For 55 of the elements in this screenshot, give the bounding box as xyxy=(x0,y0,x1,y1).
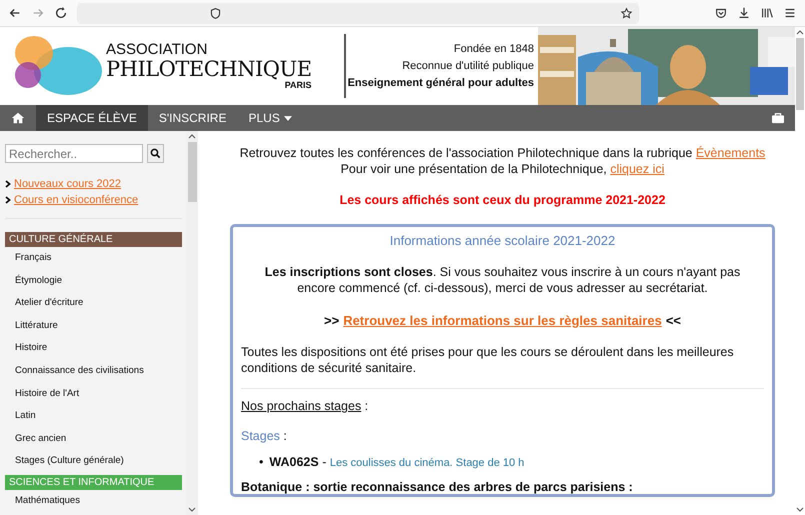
menu-icon[interactable] xyxy=(783,6,797,20)
search-field[interactable]: Rechercher.. xyxy=(5,144,143,163)
library-icon[interactable] xyxy=(760,6,774,20)
shield-icon xyxy=(209,6,222,20)
download-icon[interactable] xyxy=(737,6,751,20)
notice-text: Les cours affichés sont ceux du programme 2021-2022 xyxy=(338,193,666,207)
logo-text: ASSOCIATION xyxy=(106,42,208,58)
search-icon xyxy=(150,148,161,159)
tagline: Fondée en 1848 xyxy=(454,42,534,56)
logo-subtitle: PARIS xyxy=(284,80,312,90)
dispositions-text: Toutes les dispositions ont été prises pour que les cours se déroulent dans les meilleures conditions de sécurité sanitaire. xyxy=(241,344,735,376)
info-paragraph: Les inscriptions sont closes. Si vous souhaitez vous inscrire à un cours n'ayant pas encore commencé (cf. ci-dessous), merci de vous adresser au secrétariat. xyxy=(264,264,742,296)
sidebar-item[interactable]: Littérature xyxy=(5,314,182,338)
home-icon xyxy=(11,111,25,125)
sidebar-item[interactable]: Histoire de l'Art xyxy=(5,382,182,406)
tagline: Enseignement général pour adultes xyxy=(348,76,534,90)
stage-item: • WA062S - Les coulisses du cinéma. Stage de 10 h xyxy=(259,454,526,471)
section-heading: Botanique : sortie reconnaissance des arbres de parcs parisiens : xyxy=(241,480,634,494)
scroll-down-icon[interactable] xyxy=(796,507,804,512)
sidebar-item[interactable]: Grec ancien xyxy=(5,428,182,450)
upcoming-heading: Nos prochains stages : xyxy=(241,399,370,413)
arrow-marks: >> xyxy=(324,313,340,328)
info-title: Informations année scolaire 2021-2022 xyxy=(388,233,616,248)
nav-tab[interactable]: ESPACE ÉLÈVE xyxy=(36,105,148,131)
sidebar-item[interactable]: Mathématiques xyxy=(5,490,182,513)
pocket-icon[interactable] xyxy=(714,6,728,20)
scroll-up-icon[interactable] xyxy=(188,134,196,139)
scrollbar-thumb[interactable] xyxy=(796,38,804,110)
reload-icon[interactable] xyxy=(54,6,68,20)
briefcase-icon[interactable] xyxy=(771,112,785,124)
back-icon[interactable] xyxy=(8,6,22,20)
search-button[interactable] xyxy=(147,144,164,163)
category-header: CULTURE GÉNÉRALE xyxy=(5,232,182,247)
logo-title: PHILOTECHNIQUE xyxy=(106,58,312,80)
scrollbar-thumb[interactable] xyxy=(188,142,196,202)
stages-heading: Stages : xyxy=(241,429,288,443)
sidebar-item[interactable]: Latin xyxy=(5,405,182,428)
scroll-down-icon[interactable] xyxy=(188,507,196,512)
sidebar-item[interactable]: Connaissance des civilisations xyxy=(5,360,182,383)
category-header: SCIENCES ET INFORMATIQUE xyxy=(5,474,182,490)
nav-tab[interactable]: S'INSCRIRE xyxy=(148,105,238,131)
nav-tab[interactable]: PLUS xyxy=(237,105,303,131)
sidebar-item[interactable]: Histoire xyxy=(5,337,182,360)
tagline: Reconnue d'utilité publique xyxy=(402,58,534,74)
star-icon[interactable] xyxy=(620,6,633,20)
sidebar-item[interactable]: Stages (Culture générale) xyxy=(5,450,182,473)
stage-link[interactable]: Les coulisses du cinéma. Stage de 10 h xyxy=(330,457,524,469)
sidebar-item[interactable]: Atelier d'écriture xyxy=(5,292,182,315)
intro-text: Retrouvez toutes les conférences de l'association Philotechnique dans la rubrique Évènements xyxy=(238,145,766,161)
intro-text: Pour voir une présentation de la Philotechnique, cliquez ici xyxy=(340,161,666,177)
caret-icon xyxy=(284,116,292,120)
scroll-up-icon[interactable] xyxy=(796,30,804,35)
sidebar-item[interactable]: Français xyxy=(5,247,182,270)
sidebar-item[interactable]: Étymologie xyxy=(5,270,182,292)
arrow-marks: << xyxy=(666,313,681,328)
